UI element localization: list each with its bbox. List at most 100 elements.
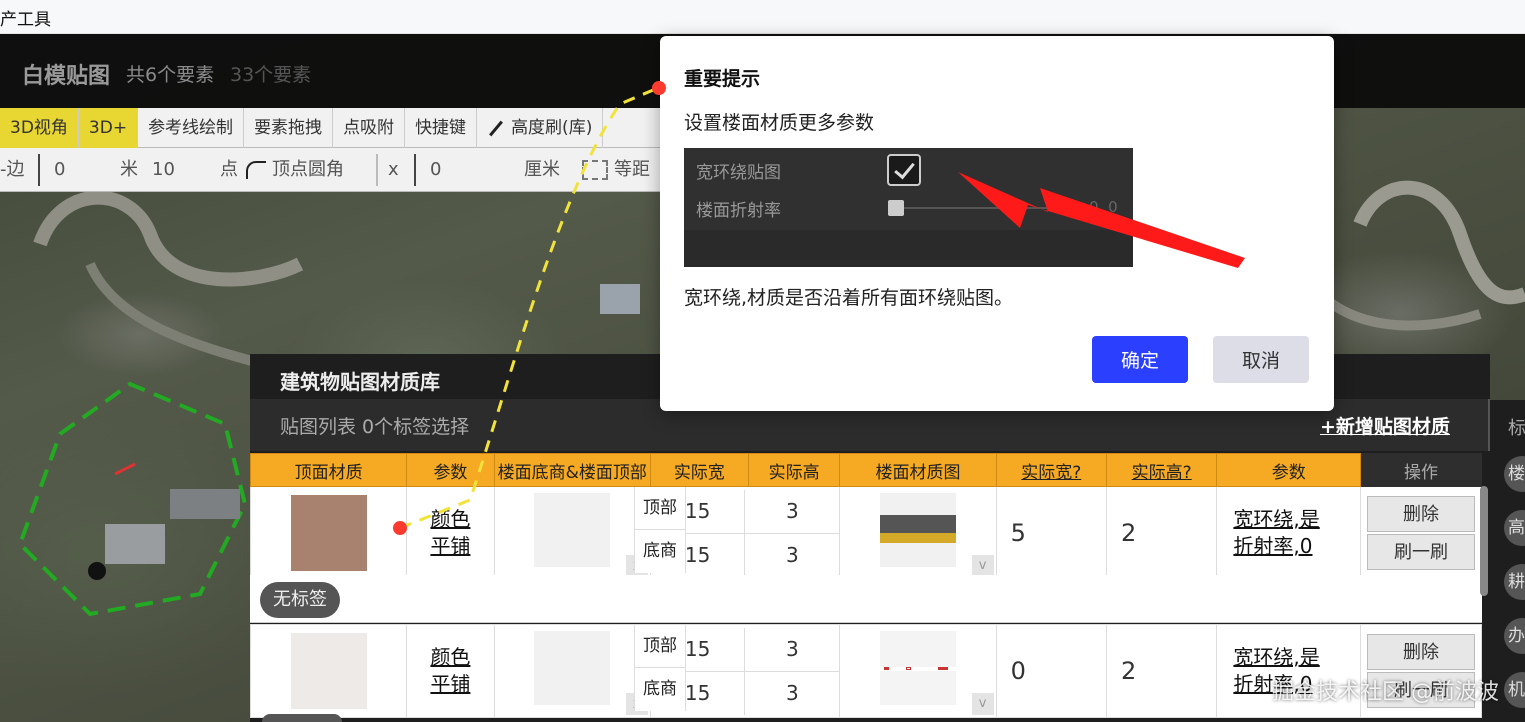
col-top-material: 顶面材质 — [249, 453, 408, 487]
dialog-subtitle: 设置楼面材质更多参数 — [684, 112, 875, 134]
bottom-height-input[interactable]: 3 — [744, 533, 840, 577]
library-title: 建筑物贴图材质库 — [280, 370, 440, 394]
separator — [376, 154, 378, 186]
param-color-link[interactable]: 颜色 — [407, 506, 493, 533]
col-param: 参数 — [406, 453, 495, 487]
vertex-round-button[interactable]: 顶点圆角 — [246, 148, 344, 192]
point-count-input[interactable]: 10 — [152, 148, 175, 192]
col-actions: 操作 — [1360, 453, 1482, 487]
point-snap-button[interactable]: 点吸附 — [333, 108, 406, 148]
settings-screenshot: 宽环绕贴图 楼面折射率 0. 0 — [684, 148, 1133, 267]
floor-texture-thumbnail[interactable] — [880, 631, 956, 705]
real-width-value: 5 — [995, 486, 1108, 580]
dialog-title: 重要提示 — [684, 68, 761, 90]
offset-input[interactable]: 0 — [430, 148, 441, 192]
delete-button[interactable]: 删除 — [1367, 634, 1476, 670]
wrap-texture-checkbox — [887, 154, 921, 186]
toolbar-row2: -边 0 米 10 点 顶点圆角 x 0 厘米 等距 — [0, 148, 680, 192]
col-real-height-2[interactable]: 实际高? — [1105, 453, 1218, 487]
watermark: 掘金技术社区 @前波波 — [1272, 680, 1499, 705]
floor-texture-thumbnail[interactable] — [880, 493, 956, 567]
refraction-value: 0. 0 — [1089, 198, 1118, 216]
real-width-value: 0 — [995, 624, 1108, 718]
brush-icon — [489, 120, 503, 136]
equidistant-label: 等距 — [614, 159, 650, 180]
3d-view-button[interactable]: 3D视角 — [0, 108, 79, 148]
texture-dropdown-icon[interactable]: v — [971, 555, 994, 577]
table-row: 颜色平铺 x 15 3 15 3 — [249, 486, 1482, 580]
refraction-slider-thumb — [888, 200, 904, 216]
refraction-label: 楼面折射率 — [696, 201, 781, 221]
wrap-param-link[interactable]: 宽环绕,是 — [1233, 506, 1360, 533]
height-brush-button[interactable]: 高度刷(库) — [477, 108, 604, 148]
refraction-param-link[interactable]: 折射率,0 — [1233, 533, 1360, 560]
top-height-input[interactable]: 3 — [744, 489, 840, 534]
real-height-value: 2 — [1105, 486, 1218, 580]
col-real-width: 实际宽 — [649, 453, 749, 487]
3d-plus-button[interactable]: 3D+ — [78, 108, 139, 148]
table-scrollbar[interactable] — [1480, 486, 1488, 596]
real-height-value: 2 — [1105, 624, 1218, 718]
right-chip[interactable]: 办 — [1504, 618, 1525, 654]
wrap-param-link[interactable]: 宽环绕,是 — [1233, 644, 1360, 671]
top-level-label: 顶部 — [635, 625, 685, 668]
dialog-description: 宽环绕,材质是否沿着所有面环绕贴图。 — [684, 287, 1014, 309]
wrap-texture-label: 宽环绕贴图 — [696, 163, 781, 183]
floor-image-placeholder[interactable] — [534, 493, 611, 567]
no-tag-chip[interactable]: 无标签 — [260, 582, 340, 618]
browser-title-bar: 产工具 — [0, 0, 1525, 34]
separator — [414, 154, 416, 186]
bottom-height-input[interactable]: 3 — [744, 671, 840, 715]
point-label: 点 — [220, 159, 238, 180]
element-drag-button[interactable]: 要素拖拽 — [244, 108, 334, 148]
top-level-label: 顶部 — [635, 487, 685, 530]
bottom-level-label: 底商 — [643, 541, 677, 561]
level-labels: 顶部 底商 — [634, 625, 686, 711]
refraction-slider-track — [904, 207, 1054, 209]
bottom-level-label: 底商 — [643, 679, 677, 699]
right-chip[interactable]: 高 — [1504, 510, 1525, 546]
top-material-swatch[interactable] — [290, 633, 367, 709]
toolbar: 3D视角 3D+ 参考线绘制 要素拖拽 点吸附 快捷键 高度刷(库) — [0, 108, 680, 148]
x-label: x — [388, 159, 399, 180]
param-tile-link[interactable]: 平铺 — [407, 671, 493, 698]
col-real-height: 实际高 — [747, 453, 841, 487]
shortcut-button[interactable]: 快捷键 — [405, 108, 478, 148]
texture-dropdown-icon[interactable]: v — [971, 693, 994, 715]
cancel-button[interactable]: 取消 — [1213, 336, 1309, 383]
height-brush-label: 高度刷(库) — [511, 118, 593, 138]
unit-cm: 厘米 — [524, 159, 560, 180]
separator — [38, 154, 40, 186]
top-height-input[interactable]: 3 — [744, 627, 840, 672]
right-chip[interactable]: 机 — [1504, 672, 1525, 708]
brush-button[interactable]: 刷一刷 — [1367, 534, 1476, 570]
tag-chip-partial[interactable] — [262, 714, 342, 722]
dashed-box-icon — [582, 160, 608, 180]
right-chip[interactable]: 楼 — [1504, 456, 1525, 492]
material-table: 顶面材质 参数 楼面底商&楼面顶部 实际宽 实际高 楼面材质图 实际宽? 实际高… — [249, 453, 1482, 580]
level-labels: 顶部 底商 — [634, 487, 686, 573]
add-texture-button[interactable]: +新增贴图材质 — [1320, 412, 1450, 439]
col-floor-shop-top: 楼面底商&楼面顶部 — [493, 453, 651, 487]
right-chip[interactable]: 耕 — [1504, 564, 1525, 600]
col-param-2: 参数 — [1216, 453, 1362, 487]
col-real-width-2[interactable]: 实际宽? — [995, 453, 1108, 487]
param-color-link[interactable]: 颜色 — [407, 644, 493, 671]
top-material-swatch[interactable] — [290, 495, 367, 571]
table-header: 顶面材质 参数 楼面底商&楼面顶部 实际宽 实际高 楼面材质图 实际宽? 实际高… — [249, 453, 1482, 487]
floor-image-placeholder[interactable] — [534, 631, 611, 705]
equidistant-button[interactable]: 等距 — [582, 148, 650, 192]
window-title: 产工具 — [0, 10, 51, 30]
delete-button[interactable]: 删除 — [1367, 496, 1476, 532]
vertex-round-label: 顶点圆角 — [272, 159, 344, 180]
app-title: 白模贴图 — [22, 64, 111, 89]
right-column-title: 标 — [1508, 418, 1525, 439]
round-corner-icon — [246, 161, 266, 179]
tag-row: 无标签 — [250, 575, 1482, 623]
edge-label: -边 — [0, 159, 25, 180]
guide-line-button[interactable]: 参考线绘制 — [138, 108, 245, 148]
param-tile-link[interactable]: 平铺 — [407, 533, 493, 560]
col-floor-texture: 楼面材质图 — [839, 453, 997, 487]
confirm-button[interactable]: 确定 — [1092, 336, 1188, 383]
edge-input[interactable]: 0 — [54, 148, 65, 192]
